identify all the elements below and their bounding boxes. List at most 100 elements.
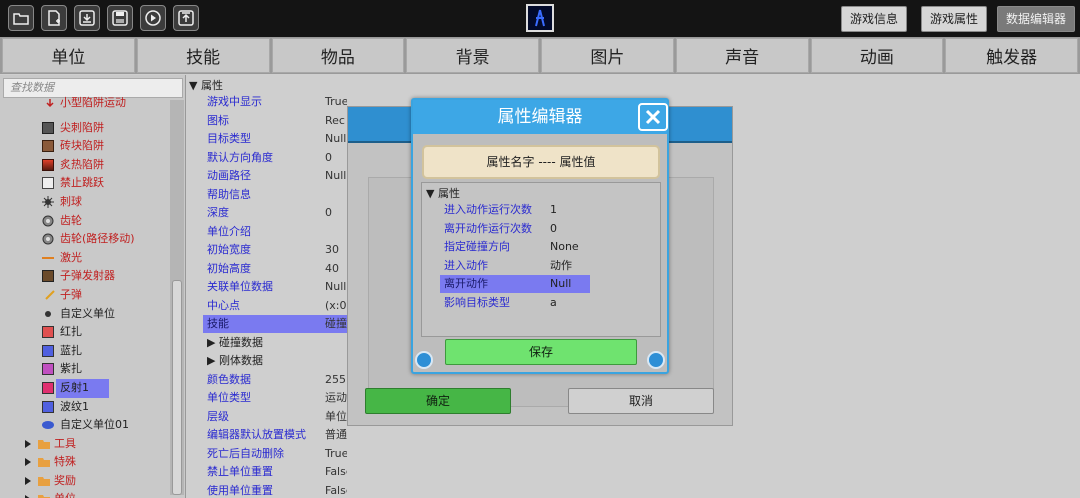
tree-item[interactable]: 刺球 xyxy=(0,193,170,212)
data-tree: 小型陷阱运动 尖刺陷阱 砖块陷阱 炙热陷阱 禁止跳跃 刺球 齿轮 齿轮(路径移动… xyxy=(0,96,170,498)
property-header[interactable]: ▼ 属性 xyxy=(189,77,223,93)
tree-item[interactable]: 自定义单位 xyxy=(0,305,170,324)
tab-items[interactable]: 物品 xyxy=(271,38,405,73)
tree-item[interactable]: 红扎 xyxy=(0,323,170,342)
property-value: 运动 xyxy=(325,391,347,404)
property-group-row[interactable]: ▶ 碰撞数据 xyxy=(187,334,347,352)
property-row[interactable]: 目标类型 Null xyxy=(187,130,347,148)
tab-animations[interactable]: 动画 xyxy=(810,38,944,73)
play-icon[interactable] xyxy=(140,5,166,31)
property-row[interactable]: 编辑器默认放置模式 普通 xyxy=(187,426,347,444)
property-section-header[interactable]: ▼ 属性 xyxy=(426,185,460,201)
property-key: 深度 xyxy=(207,206,229,219)
tree-item[interactable]: 自定义单位01 xyxy=(0,416,170,435)
folder-item[interactable]: 奖励 xyxy=(0,472,170,491)
tree-item[interactable]: 齿轮(路径移动) xyxy=(0,230,170,249)
tree-item[interactable]: 子弹发射器 xyxy=(0,267,170,286)
property-key: 单位介绍 xyxy=(207,224,251,238)
property-key: 技能 xyxy=(207,317,229,330)
download-icon[interactable] xyxy=(74,5,100,31)
save-disk-icon[interactable] xyxy=(107,5,133,31)
tree-item-label: 激光 xyxy=(60,250,82,264)
game-info-button[interactable]: 游戏信息 xyxy=(841,6,908,32)
property-row[interactable]: 中心点 (x:0, xyxy=(187,297,347,315)
tree-item[interactable]: 小型陷阱运动 xyxy=(0,94,170,113)
no-jump-icon xyxy=(42,177,54,190)
property-row[interactable]: 动画路径 Null xyxy=(187,167,347,185)
property-row[interactable]: 单位类型 运动 xyxy=(187,389,347,407)
tree-item-label: 禁止跳跃 xyxy=(60,176,104,190)
tree-item[interactable]: 紫扎 xyxy=(0,360,170,379)
property-row[interactable]: 图标 Rec xyxy=(187,112,347,130)
close-button[interactable] xyxy=(638,103,668,131)
tree-item[interactable]: 禁止跳跃 xyxy=(0,174,170,193)
property-row[interactable]: 离开动作运行次数 0 xyxy=(440,220,590,238)
property-row[interactable]: 指定碰撞方向 None xyxy=(440,238,590,256)
folder-item[interactable]: 单位 xyxy=(0,490,170,498)
property-row[interactable]: 进入动作运行次数 1 xyxy=(440,201,590,219)
tab-skills[interactable]: 技能 xyxy=(136,38,270,73)
tab-sounds[interactable]: 声音 xyxy=(675,38,809,73)
property-column-header: 属性名字 ---- 属性值 xyxy=(422,145,660,179)
property-row[interactable]: 使用单位重置 False xyxy=(187,482,347,498)
reflect-icon xyxy=(42,381,54,394)
expand-arrow-icon xyxy=(22,475,34,487)
new-file-icon[interactable] xyxy=(41,5,67,31)
tree-item[interactable]: 波纹1 xyxy=(0,398,170,417)
property-row[interactable]: 单位介绍 xyxy=(187,223,347,241)
property-row[interactable]: 深度 0 xyxy=(187,204,347,222)
expand-arrow-icon xyxy=(22,438,34,450)
tree-scrollbar[interactable] xyxy=(170,100,184,495)
property-key: 指定碰撞方向 xyxy=(444,240,510,253)
property-row[interactable]: 影响目标类型 a xyxy=(440,294,590,312)
property-row[interactable]: 帮助信息 xyxy=(187,186,347,204)
property-value: 40 xyxy=(325,261,339,275)
property-key: 动画路径 xyxy=(207,169,251,182)
tree-item[interactable]: 尖刺陷阱 xyxy=(0,119,170,138)
resize-handle-left[interactable] xyxy=(415,351,433,369)
property-key: 单位类型 xyxy=(207,391,251,404)
property-row[interactable]: 初始宽度 30 xyxy=(187,241,347,259)
property-row-selected[interactable]: 技能 碰撞 xyxy=(203,315,347,333)
upload-icon[interactable] xyxy=(173,5,199,31)
property-row[interactable]: 游戏中显示 True xyxy=(187,93,347,111)
property-row[interactable]: 层级 单位 xyxy=(187,408,347,426)
game-properties-button[interactable]: 游戏属性 xyxy=(921,6,988,32)
save-button[interactable]: 保存 xyxy=(445,339,637,365)
confirm-button[interactable]: 确定 xyxy=(365,388,511,414)
tree-item[interactable]: 激光 xyxy=(0,249,170,268)
cancel-button[interactable]: 取消 xyxy=(568,388,714,414)
tree-item[interactable]: 炙热陷阱 xyxy=(0,156,170,175)
property-value: 单位 xyxy=(325,409,347,423)
property-row[interactable]: 关联单位数据 Null xyxy=(187,278,347,296)
tree-item-selected[interactable]: 反射1 xyxy=(0,378,170,398)
folder-item[interactable]: 特殊 xyxy=(0,453,170,472)
property-row[interactable]: 禁止单位重置 False xyxy=(187,463,347,481)
red-square-icon xyxy=(42,326,54,339)
tab-units[interactable]: 单位 xyxy=(2,38,135,73)
property-row[interactable]: 颜色数据 255 xyxy=(187,371,347,389)
tree-item[interactable]: 砖块陷阱 xyxy=(0,137,170,156)
tree-item-label: 小型陷阱运动 xyxy=(60,96,126,109)
property-row[interactable]: 进入动作 动作 xyxy=(440,257,590,275)
data-editor-button[interactable]: 数据编辑器 xyxy=(997,6,1076,32)
tab-backgrounds[interactable]: 背景 xyxy=(406,38,539,73)
property-row-selected[interactable]: 离开动作 Null xyxy=(440,275,590,293)
property-row[interactable]: 初始高度 40 xyxy=(187,260,347,278)
resize-handle-right[interactable] xyxy=(647,351,665,369)
tab-images[interactable]: 图片 xyxy=(541,38,674,73)
tree-item[interactable]: 子弹 xyxy=(0,286,170,305)
scrollbar-thumb[interactable] xyxy=(172,280,182,495)
tree-item[interactable]: 齿轮 xyxy=(0,212,170,231)
folder-open-icon[interactable] xyxy=(8,5,34,31)
property-row[interactable]: 死亡后自动删除 True xyxy=(187,445,347,463)
folder-label: 特殊 xyxy=(54,455,76,469)
property-row[interactable]: 默认方向角度 0 xyxy=(187,149,347,167)
tree-item-label: 尖刺陷阱 xyxy=(60,120,104,134)
tree-item-label: 自定义单位 xyxy=(60,306,115,320)
folder-item[interactable]: 工具 xyxy=(0,435,170,454)
tree-item[interactable]: 蓝扎 xyxy=(0,342,170,361)
property-group-row[interactable]: ▶ 刚体数据 xyxy=(187,352,347,370)
tab-triggers[interactable]: 触发器 xyxy=(945,38,1078,73)
folder-label: 奖励 xyxy=(54,473,76,487)
